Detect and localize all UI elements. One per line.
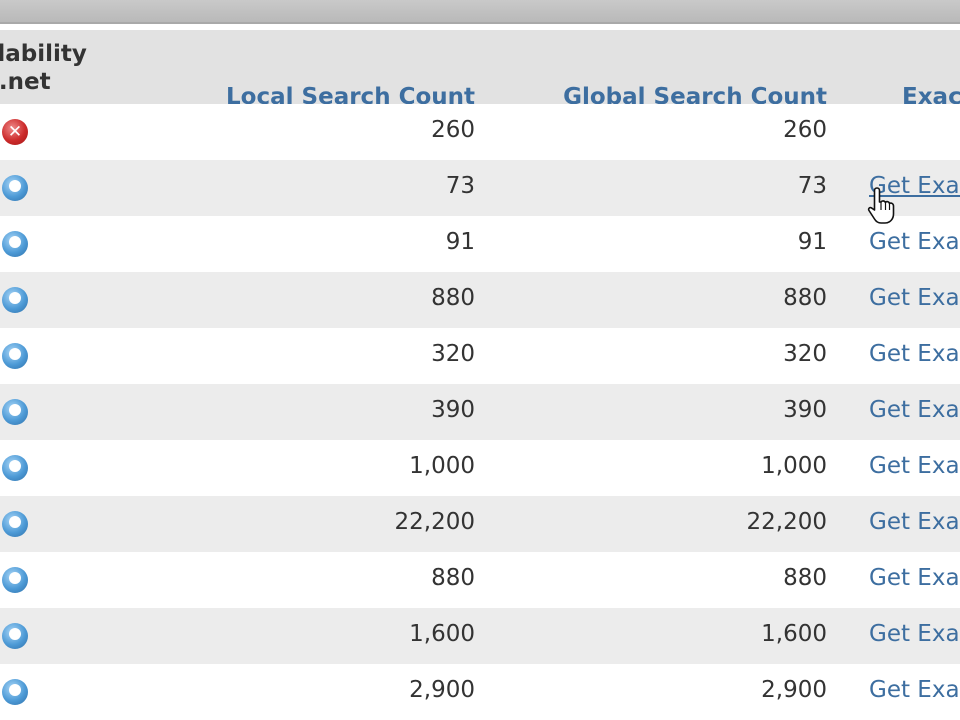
global-search-count: 1,000 bbox=[761, 453, 827, 479]
table-row: 2,900 2,900 Get Exac bbox=[0, 664, 960, 720]
info-circle-icon bbox=[2, 511, 28, 537]
global-search-count: 1,600 bbox=[761, 621, 827, 647]
global-search-count: 22,200 bbox=[746, 509, 827, 535]
global-search-count: 880 bbox=[783, 285, 827, 311]
get-exact-link[interactable]: Get Exac bbox=[869, 397, 960, 423]
get-exact-link[interactable]: Get Exac bbox=[869, 229, 960, 255]
info-circle-icon bbox=[2, 343, 28, 369]
global-search-count: 880 bbox=[783, 565, 827, 591]
global-search-count: 91 bbox=[797, 229, 827, 255]
info-circle-icon bbox=[2, 175, 28, 201]
table-row: 320 320 Get Exac bbox=[0, 328, 960, 384]
table-row: ✕ 260 260 bbox=[0, 104, 960, 160]
info-circle-icon bbox=[2, 567, 28, 593]
get-exact-link[interactable]: Get Exac bbox=[869, 509, 960, 535]
get-exact-link[interactable]: Get Exac bbox=[869, 285, 960, 311]
global-search-count: 73 bbox=[797, 173, 827, 199]
global-search-count: 260 bbox=[783, 117, 827, 143]
info-circle-icon bbox=[2, 623, 28, 649]
local-search-count: 73 bbox=[445, 173, 475, 199]
info-circle-icon bbox=[2, 231, 28, 257]
hand-pointer-icon bbox=[867, 187, 895, 224]
get-exact-link[interactable]: Get Exac bbox=[869, 341, 960, 367]
local-search-count: 91 bbox=[445, 229, 475, 255]
table-row: 880 880 Get Exac bbox=[0, 552, 960, 608]
table-row: 880 880 Get Exac bbox=[0, 272, 960, 328]
results-table-body: ✕ 260 260 73 73 Get Exac 91 91 Get Exac … bbox=[0, 104, 960, 720]
get-exact-link[interactable]: Get Exac bbox=[869, 621, 960, 647]
local-search-count: 880 bbox=[431, 565, 475, 591]
top-toolbar-strip bbox=[0, 0, 960, 24]
get-exact-link[interactable]: Get Exac bbox=[869, 565, 960, 591]
local-search-count: 260 bbox=[431, 117, 475, 143]
local-search-count: 1,000 bbox=[409, 453, 475, 479]
info-circle-icon bbox=[2, 679, 28, 705]
x-circle-icon: ✕ bbox=[2, 119, 28, 145]
local-search-count: 390 bbox=[431, 397, 475, 423]
availability-header-line1: ailability bbox=[0, 41, 87, 67]
local-search-count: 2,900 bbox=[409, 677, 475, 703]
availability-column-header[interactable]: ailability g/.net bbox=[0, 40, 114, 96]
table-row: 91 91 Get Exac bbox=[0, 216, 960, 272]
local-search-count: 22,200 bbox=[394, 509, 475, 535]
table-row: 390 390 Get Exac bbox=[0, 384, 960, 440]
table-row: 1,000 1,000 Get Exac bbox=[0, 440, 960, 496]
global-search-count: 320 bbox=[783, 341, 827, 367]
availability-header-line2: g/.net bbox=[0, 69, 51, 95]
get-exact-link[interactable]: Get Exac bbox=[869, 453, 960, 479]
table-row: 1,600 1,600 Get Exac bbox=[0, 608, 960, 664]
info-circle-icon bbox=[2, 287, 28, 313]
get-exact-link[interactable]: Get Exac bbox=[869, 677, 960, 703]
global-search-count: 2,900 bbox=[761, 677, 827, 703]
table-row: 22,200 22,200 Get Exac bbox=[0, 496, 960, 552]
info-circle-icon bbox=[2, 399, 28, 425]
table-header: ailability g/.net Local Search Count Glo… bbox=[0, 30, 960, 110]
table-row: 73 73 Get Exac bbox=[0, 160, 960, 216]
local-search-count: 1,600 bbox=[409, 621, 475, 647]
local-search-count: 880 bbox=[431, 285, 475, 311]
local-search-count: 320 bbox=[431, 341, 475, 367]
global-search-count: 390 bbox=[783, 397, 827, 423]
info-circle-icon bbox=[2, 455, 28, 481]
keyword-results-page: ailability g/.net Local Search Count Glo… bbox=[0, 0, 960, 720]
